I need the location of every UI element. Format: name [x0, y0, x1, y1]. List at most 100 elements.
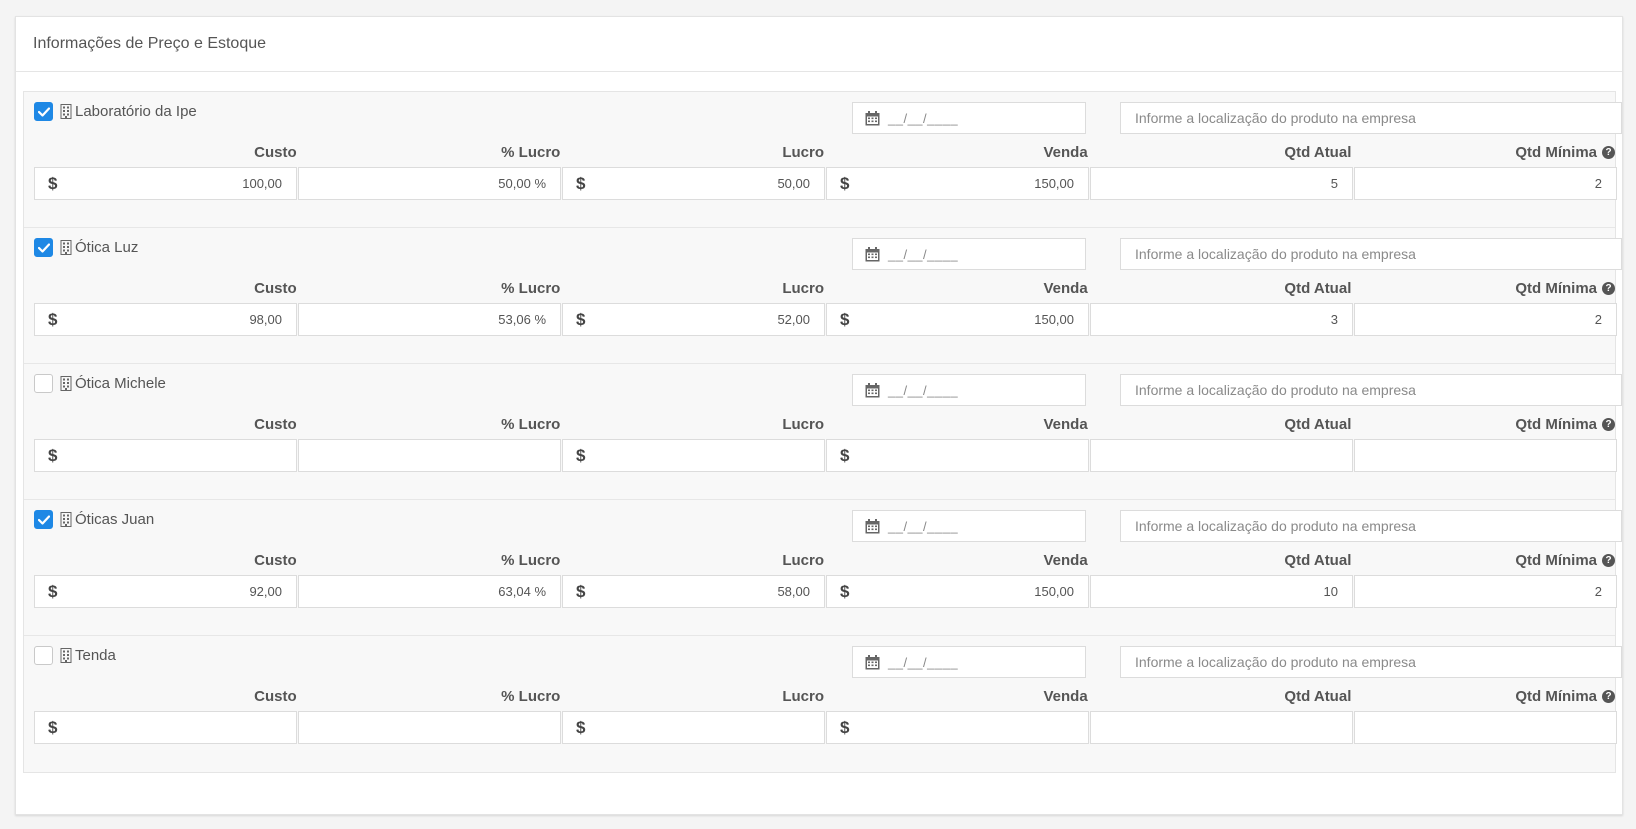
qtd-atual-value: 5 [1330, 176, 1338, 191]
qtd-atual-field[interactable] [1090, 711, 1353, 744]
label-lucro-pct: % Lucro [501, 551, 561, 569]
building-icon [60, 104, 72, 119]
lucro-pct-field[interactable] [298, 439, 561, 472]
custo-field[interactable]: $ [34, 439, 297, 472]
label-custo: Custo [254, 687, 297, 705]
venda-field[interactable]: $ [826, 439, 1089, 472]
label-venda: Venda [1043, 143, 1088, 161]
lucro-field[interactable]: $ [562, 711, 825, 744]
venda-field[interactable]: $150,00 [826, 303, 1089, 336]
label-custo: Custo [254, 415, 297, 433]
price-fields: $100,00 50,00 % $50,00 $150,00 5 2 [34, 167, 1617, 200]
help-icon[interactable]: ? [1602, 145, 1616, 159]
calendar-icon [865, 246, 880, 261]
location-input[interactable] [1120, 646, 1622, 678]
dollar-icon: $ [48, 581, 58, 601]
store-name: Ótica Luz [75, 239, 139, 256]
store-label: Laboratório da Ipe [60, 102, 197, 121]
dollar-icon: $ [576, 445, 586, 465]
label-custo: Custo [254, 279, 297, 297]
lucro-value: 58,00 [777, 584, 810, 599]
dollar-icon: $ [576, 173, 586, 193]
help-icon[interactable]: ? [1602, 281, 1616, 295]
label-qtd-minima: Qtd Mínima? [1352, 278, 1616, 298]
venda-field[interactable]: $ [826, 711, 1089, 744]
lucro-field[interactable]: $58,00 [562, 575, 825, 608]
date-input[interactable]: __/__/____ [852, 374, 1086, 406]
qtd-atual-value: 10 [1323, 584, 1338, 599]
store-name: Óticas Juan [75, 511, 155, 528]
store-checkbox[interactable] [34, 510, 53, 529]
column-labels: Custo % Lucro Lucro Venda Qtd Atual Qtd … [34, 686, 1616, 706]
label-venda: Venda [1043, 551, 1088, 569]
column-labels: Custo % Lucro Lucro Venda Qtd Atual Qtd … [34, 414, 1616, 434]
label-lucro-pct: % Lucro [501, 687, 561, 705]
lucro-value: 50,00 [777, 176, 810, 191]
qtd-atual-field[interactable]: 5 [1090, 167, 1353, 200]
qtd-minima-value: 2 [1594, 176, 1602, 191]
location-input[interactable] [1120, 238, 1622, 270]
calendar-icon [865, 654, 880, 669]
store-checkbox[interactable] [34, 374, 53, 393]
label-lucro-pct: % Lucro [501, 415, 561, 433]
location-input[interactable] [1120, 102, 1622, 134]
location-input[interactable] [1120, 510, 1622, 542]
dollar-icon: $ [48, 717, 58, 737]
help-icon[interactable]: ? [1602, 417, 1616, 431]
label-venda: Venda [1043, 415, 1088, 433]
calendar-icon [865, 110, 880, 125]
custo-field[interactable]: $98,00 [34, 303, 297, 336]
store-row: Ótica Michele __/__/____ Custo % Lucro L… [24, 364, 1622, 500]
qtd-atual-field[interactable] [1090, 439, 1353, 472]
lucro-pct-field[interactable]: 63,04 % [298, 575, 561, 608]
location-input[interactable] [1120, 374, 1622, 406]
venda-field[interactable]: $150,00 [826, 575, 1089, 608]
lucro-field[interactable]: $52,00 [562, 303, 825, 336]
date-input[interactable]: __/__/____ [852, 238, 1086, 270]
qtd-atual-field[interactable]: 3 [1090, 303, 1353, 336]
date-input[interactable]: __/__/____ [852, 510, 1086, 542]
venda-value: 150,00 [1034, 312, 1074, 327]
qtd-minima-field[interactable] [1354, 711, 1617, 744]
store-checkbox[interactable] [34, 238, 53, 257]
check-icon [37, 514, 50, 525]
check-icon [37, 106, 50, 117]
store-label: Óticas Juan [60, 510, 154, 529]
custo-field[interactable]: $ [34, 711, 297, 744]
help-icon[interactable]: ? [1602, 689, 1616, 703]
date-input[interactable]: __/__/____ [852, 102, 1086, 134]
label-qtd-minima: Qtd Mínima? [1352, 414, 1616, 434]
date-input[interactable]: __/__/____ [852, 646, 1086, 678]
dollar-icon: $ [576, 717, 586, 737]
column-labels: Custo % Lucro Lucro Venda Qtd Atual Qtd … [34, 278, 1616, 298]
date-placeholder: __/__/____ [888, 382, 959, 398]
lucro-pct-field[interactable]: 50,00 % [298, 167, 561, 200]
store-row: Ótica Luz __/__/____ Custo % Lucro Lucro… [24, 228, 1622, 364]
store-name: Tenda [75, 647, 116, 664]
label-qtd-atual: Qtd Atual [1284, 143, 1352, 161]
dollar-icon: $ [48, 309, 58, 329]
building-icon [60, 376, 72, 391]
lucro-field[interactable]: $ [562, 439, 825, 472]
qtd-atual-field[interactable]: 10 [1090, 575, 1353, 608]
store-name: Laboratório da Ipe [75, 103, 197, 120]
price-stock-panel: Informações de Preço e Estoque Laboratór… [15, 16, 1623, 815]
lucro-pct-field[interactable] [298, 711, 561, 744]
lucro-pct-field[interactable]: 53,06 % [298, 303, 561, 336]
qtd-minima-field[interactable]: 2 [1354, 303, 1617, 336]
qtd-minima-field[interactable] [1354, 439, 1617, 472]
help-icon[interactable]: ? [1602, 553, 1616, 567]
label-qtd-atual: Qtd Atual [1284, 415, 1352, 433]
panel-header: Informações de Preço e Estoque [16, 17, 1622, 72]
qtd-minima-field[interactable]: 2 [1354, 167, 1617, 200]
store-checkbox[interactable] [34, 646, 53, 665]
custo-field[interactable]: $92,00 [34, 575, 297, 608]
label-lucro-pct: % Lucro [501, 279, 561, 297]
lucro-field[interactable]: $50,00 [562, 167, 825, 200]
label-qtd-atual: Qtd Atual [1284, 687, 1352, 705]
venda-field[interactable]: $150,00 [826, 167, 1089, 200]
lucro-pct-value: 53,06 % [498, 312, 546, 327]
store-checkbox[interactable] [34, 102, 53, 121]
custo-field[interactable]: $100,00 [34, 167, 297, 200]
qtd-minima-field[interactable]: 2 [1354, 575, 1617, 608]
